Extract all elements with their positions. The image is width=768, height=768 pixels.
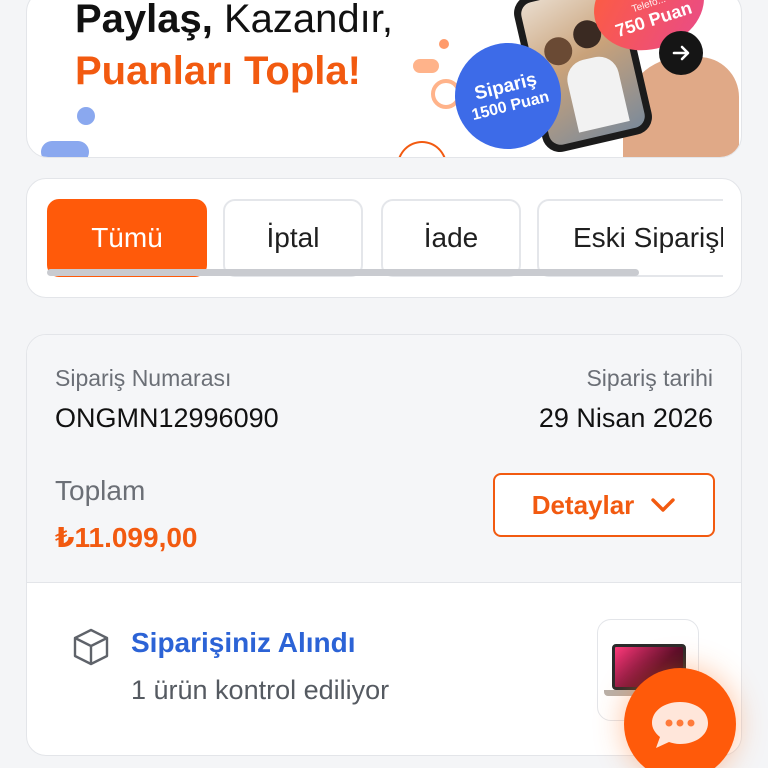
order-date: 29 Nisan 2026 [538, 403, 713, 433]
tabs-scrollbar[interactable] [47, 269, 639, 276]
total-amount: ₺11.099,00 [55, 522, 198, 553]
details-label: Detaylar [531, 489, 635, 520]
decor-dot [439, 39, 449, 49]
chat-button[interactable] [624, 668, 736, 768]
chevron-down-icon [651, 498, 676, 512]
tab-cancelled[interactable]: İptal [223, 199, 363, 277]
order-number: ONGMN12996090 [55, 403, 279, 433]
banner-headline-1: Paylaş, Kazandır, [75, 0, 394, 41]
order-filter-tabs: Tümü İptal İade Eski Siparişler [26, 178, 742, 298]
order-date-label: Sipariş tarihi [586, 365, 713, 391]
banner-headline-2: Puanları Topla! [75, 49, 361, 93]
chat-bubble-icon [652, 702, 708, 748]
decor-pill [413, 59, 439, 73]
decor-blob [41, 141, 89, 157]
tab-all[interactable]: Tümü [47, 199, 207, 277]
total-label: Toplam [55, 475, 146, 506]
arrow-right-icon [672, 45, 690, 61]
banner-next-button[interactable] [659, 31, 703, 75]
decor-dot [77, 107, 95, 125]
order-status-subtitle: 1 ürün kontrol ediliyor [131, 675, 390, 705]
package-box-icon [73, 628, 109, 666]
details-button[interactable]: Detaylar [493, 473, 715, 537]
cloud-icon [397, 141, 447, 157]
promo-banner[interactable]: Paylaş, Kazandır, Puanları Topla! Telefo… [26, 0, 742, 158]
tab-returns[interactable]: İade [381, 199, 521, 277]
order-summary: Sipariş Numarası ONGMN12996090 Sipariş t… [27, 335, 741, 583]
order-number-label: Sipariş Numarası [55, 365, 232, 391]
order-status-title: Siparişiniz Alındı [131, 627, 356, 658]
tab-old-orders[interactable]: Eski Siparişler [537, 199, 723, 277]
